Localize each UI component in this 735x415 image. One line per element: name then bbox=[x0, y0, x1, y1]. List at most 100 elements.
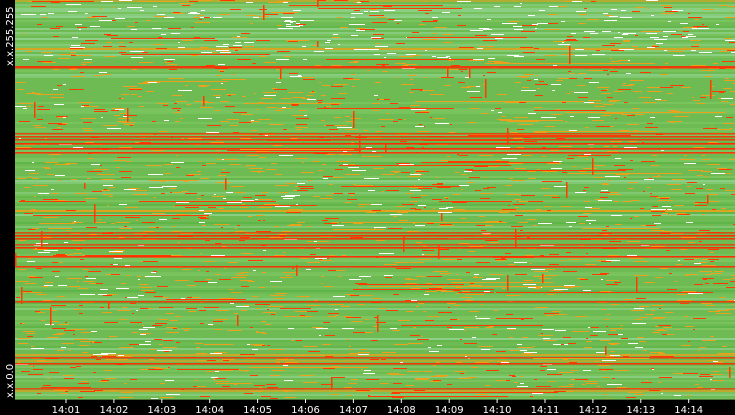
heatmap-cell bbox=[719, 297, 725, 298]
heatmap-cell bbox=[641, 382, 652, 383]
heatmap-cell bbox=[436, 362, 440, 363]
heatmap-cell bbox=[307, 262, 320, 263]
heatmap-cell bbox=[723, 279, 731, 280]
heatmap-cell bbox=[269, 124, 284, 125]
heatmap-cell bbox=[382, 65, 385, 66]
heatmap-cell bbox=[222, 169, 225, 170]
heatmap-cell bbox=[567, 158, 574, 159]
heatmap-cell bbox=[60, 393, 68, 394]
heatmap-cell bbox=[572, 1, 582, 2]
heatmap-cell bbox=[28, 229, 35, 230]
heatmap-cell bbox=[53, 334, 63, 335]
heatmap-cell bbox=[615, 118, 617, 119]
heatmap-cell bbox=[579, 354, 586, 355]
heatmap-cell bbox=[584, 187, 589, 188]
hot-segment bbox=[317, 108, 454, 109]
heatmap-cell bbox=[37, 109, 50, 110]
heatmap-cell bbox=[275, 293, 287, 294]
heatmap-cell bbox=[484, 234, 489, 235]
heatmap-cell bbox=[138, 295, 144, 296]
heatmap-cell bbox=[127, 297, 138, 298]
heatmap-cell bbox=[545, 29, 560, 30]
heatmap-cell bbox=[116, 288, 129, 289]
x-tick-label: 14:13 bbox=[626, 405, 655, 415]
heatmap-cell bbox=[556, 138, 565, 139]
heatmap-cell bbox=[130, 303, 136, 304]
heatmap-cell bbox=[495, 108, 501, 109]
heatmap-cell bbox=[531, 269, 545, 270]
heatmap-cell bbox=[204, 261, 215, 262]
heatmap-cell bbox=[518, 124, 533, 125]
heatmap-cell bbox=[405, 279, 417, 280]
heatmap-cell bbox=[370, 359, 379, 360]
heatmap-cell bbox=[372, 22, 387, 23]
heatmap-cell bbox=[382, 191, 384, 192]
heatmap-cell bbox=[116, 167, 120, 168]
heatmap-cell bbox=[326, 195, 332, 196]
heatmap-cell bbox=[211, 377, 218, 378]
hot-row bbox=[15, 143, 735, 145]
heatmap-cell bbox=[470, 108, 479, 109]
heatmap-cell bbox=[726, 117, 733, 118]
heatmap-cell bbox=[692, 28, 699, 29]
heatmap-cell bbox=[323, 178, 328, 179]
hot-segment bbox=[496, 318, 533, 319]
heatmap-cell bbox=[76, 249, 80, 250]
heatmap-cell bbox=[394, 20, 402, 21]
heatmap-cell bbox=[486, 278, 500, 279]
heatmap-cell bbox=[184, 330, 189, 331]
heatmap-cell bbox=[415, 379, 428, 380]
heatmap-cell bbox=[488, 61, 503, 62]
heatmap-cell bbox=[189, 1, 198, 2]
heatmap-cell bbox=[610, 330, 616, 331]
heatmap-cell bbox=[319, 259, 322, 260]
heatmap-row bbox=[15, 50, 735, 52]
heatmap-cell bbox=[235, 231, 240, 232]
heatmap-cell bbox=[652, 155, 657, 156]
heatmap-cell bbox=[137, 276, 141, 277]
heatmap-cell bbox=[602, 31, 611, 32]
heatmap-cell bbox=[285, 20, 291, 21]
heatmap-cell bbox=[165, 380, 174, 381]
heatmap-cell bbox=[507, 154, 521, 155]
hot-burst bbox=[566, 182, 568, 198]
heatmap-cell bbox=[325, 335, 335, 336]
heatmap-cell bbox=[172, 218, 180, 219]
heatmap-cell bbox=[375, 82, 381, 83]
heatmap-cell bbox=[635, 114, 644, 115]
heatmap-cell bbox=[148, 174, 163, 175]
heatmap-cell bbox=[206, 163, 216, 164]
heatmap-cell bbox=[273, 145, 282, 146]
heatmap-row bbox=[15, 398, 735, 400]
heatmap-cell bbox=[412, 32, 419, 33]
heatmap-cell bbox=[157, 350, 172, 351]
heatmap-cell bbox=[315, 65, 321, 66]
heatmap-cell bbox=[586, 383, 598, 384]
hot-segment bbox=[33, 215, 209, 216]
heatmap-cell bbox=[699, 230, 710, 231]
heatmap-cell bbox=[406, 385, 414, 386]
heatmap-cell bbox=[509, 350, 520, 351]
heatmap-cell bbox=[79, 29, 81, 30]
heatmap-cell bbox=[610, 141, 622, 142]
heatmap-cell bbox=[410, 262, 424, 263]
heatmap-cell bbox=[652, 369, 654, 370]
heatmap-cell bbox=[153, 165, 162, 166]
hot-segment bbox=[582, 228, 660, 229]
heatmap-cell bbox=[715, 116, 722, 117]
heatmap-cell bbox=[161, 34, 166, 35]
hot-segment bbox=[493, 257, 534, 258]
heatmap-cell bbox=[604, 146, 609, 147]
heatmap-cell bbox=[674, 116, 689, 117]
heatmap-cell bbox=[101, 179, 115, 180]
heatmap-cell bbox=[125, 265, 130, 266]
heatmap-cell bbox=[358, 354, 369, 355]
heatmap-cell bbox=[81, 43, 95, 44]
heatmap-cell bbox=[699, 271, 712, 272]
heatmap-cell bbox=[331, 104, 339, 105]
heatmap-cell bbox=[206, 371, 215, 372]
heatmap-cell bbox=[148, 369, 163, 370]
heatmap-cell bbox=[623, 201, 631, 202]
hot-row bbox=[15, 363, 735, 365]
heatmap-cell bbox=[547, 163, 561, 164]
